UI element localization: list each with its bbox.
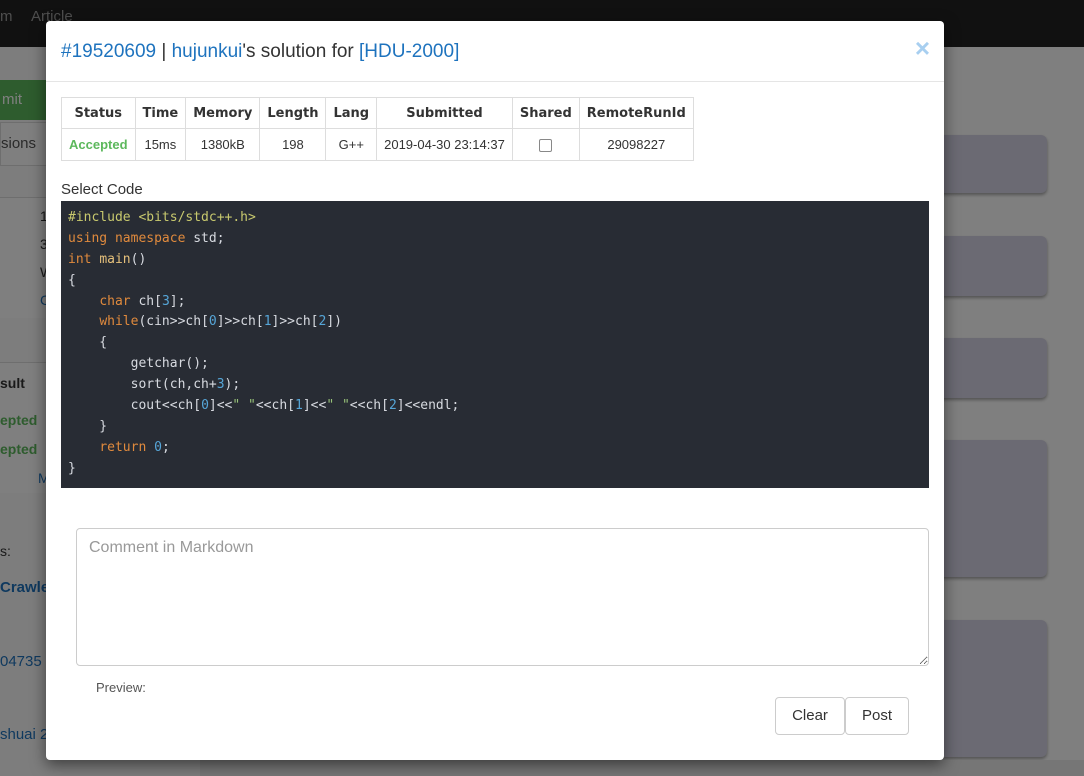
code-token: int <box>68 251 92 267</box>
code-token: (cin>>ch[ <box>138 314 209 330</box>
status-table-header-row: Status Time Memory Length Lang Submitted… <box>61 97 694 129</box>
code-token: 0 <box>154 439 162 455</box>
code-token: while <box>99 314 139 330</box>
cell-time: 15ms <box>134 128 187 161</box>
cell-remote-run-id: 29098227 <box>578 128 694 161</box>
code-token: 3 <box>216 377 225 393</box>
user-link[interactable]: hujunkui <box>172 41 243 62</box>
post-button[interactable]: Post <box>845 697 909 735</box>
code-token: std; <box>185 230 225 246</box>
code-token: ]; <box>169 293 186 309</box>
code-token: using namespace <box>68 230 186 246</box>
code-line: int main() <box>68 250 922 271</box>
code-token: 2 <box>388 398 397 414</box>
modal-title: #19520609 | hujunkui's solution for [HDU… <box>61 41 459 63</box>
run-id-link[interactable]: #19520609 <box>61 41 156 62</box>
clear-button[interactable]: Clear <box>775 697 845 735</box>
code-token: ]>>ch[ <box>271 314 319 330</box>
cell-lang: G++ <box>325 128 378 161</box>
modal-header: #19520609 | hujunkui's solution for [HDU… <box>46 21 944 82</box>
code-line: using namespace std; <box>68 229 922 250</box>
code-line: while(cin>>ch[0]>>ch[1]>>ch[2]) <box>68 312 922 333</box>
cell-submitted: 2019-04-30 23:14:37 <box>376 128 513 161</box>
code-token: { <box>68 272 76 288</box>
code-token: " " <box>232 398 256 414</box>
cell-memory: 1380kB <box>185 128 261 161</box>
col-remote-run-id: RemoteRunId <box>578 97 694 129</box>
select-code-label[interactable]: Select Code <box>61 181 143 198</box>
code-token: <<ch[ <box>349 398 389 414</box>
code-line: #include <bits/stdc++.h> <box>68 208 922 229</box>
col-status: Status <box>61 97 136 129</box>
cell-length: 198 <box>259 128 327 161</box>
col-submitted: Submitted <box>376 97 513 129</box>
code-token: () <box>130 251 147 267</box>
source-code-block[interactable]: #include <bits/stdc++.h> using namespace … <box>61 201 929 488</box>
col-shared: Shared <box>511 97 580 129</box>
col-memory: Memory <box>185 97 261 129</box>
code-token: ]<< <box>302 398 327 414</box>
status-table: Status Time Memory Length Lang Submitted… <box>61 97 694 161</box>
code-token: " " <box>326 398 350 414</box>
code-token: <<ch[ <box>255 398 295 414</box>
code-token: { <box>68 335 108 351</box>
preview-label: Preview: <box>96 680 146 695</box>
status-badge: Accepted <box>61 128 136 161</box>
code-token: return <box>99 439 147 455</box>
comment-input[interactable] <box>76 528 929 666</box>
code-token: sort(ch,ch+ <box>68 377 217 393</box>
code-token: main <box>99 251 131 267</box>
code-token: ]<<endl; <box>396 398 460 414</box>
code-line: char ch[3]; <box>68 292 922 313</box>
code-line: { <box>68 333 922 354</box>
shared-checkbox[interactable] <box>539 139 553 153</box>
title-separator: | <box>156 41 172 62</box>
code-line: getchar(); <box>68 354 922 375</box>
col-lang: Lang <box>325 97 378 129</box>
solution-modal: #19520609 | hujunkui's solution for [HDU… <box>46 21 944 760</box>
code-token: cout<<ch[ <box>68 398 202 414</box>
problem-link[interactable]: [HDU-2000] <box>359 41 459 62</box>
code-line: } <box>68 459 922 480</box>
code-token: } <box>68 460 76 476</box>
code-token: } <box>68 418 108 434</box>
code-token: ch[ <box>130 293 162 309</box>
table-row: Accepted 15ms 1380kB 198 G++ 2019-04-30 … <box>61 128 694 161</box>
code-line: } <box>68 417 922 438</box>
col-time: Time <box>134 97 187 129</box>
code-line: return 0; <box>68 438 922 459</box>
code-token: 0 <box>201 398 209 414</box>
code-token: ]<< <box>208 398 233 414</box>
cell-shared <box>511 128 580 161</box>
code-line: { <box>68 271 922 292</box>
title-text: 's solution for <box>242 41 360 62</box>
code-token: getchar(); <box>68 356 209 372</box>
code-token: char <box>99 293 131 309</box>
code-token: ); <box>224 377 241 393</box>
code-line: cout<<ch[0]<<" "<<ch[1]<<" "<<ch[2]<<end… <box>68 396 922 417</box>
col-length: Length <box>259 97 327 129</box>
code-token: ; <box>161 439 170 455</box>
code-token: #include <bits/stdc++.h> <box>68 210 256 225</box>
close-icon[interactable]: × <box>915 35 930 61</box>
code-line: sort(ch,ch+3); <box>68 375 922 396</box>
code-token: ]) <box>326 314 342 330</box>
code-token: 0 <box>208 314 217 330</box>
code-token: 1 <box>263 314 272 330</box>
code-token: ]>>ch[ <box>216 314 264 330</box>
code-token: 3 <box>161 293 170 309</box>
code-token: 1 <box>295 398 303 414</box>
